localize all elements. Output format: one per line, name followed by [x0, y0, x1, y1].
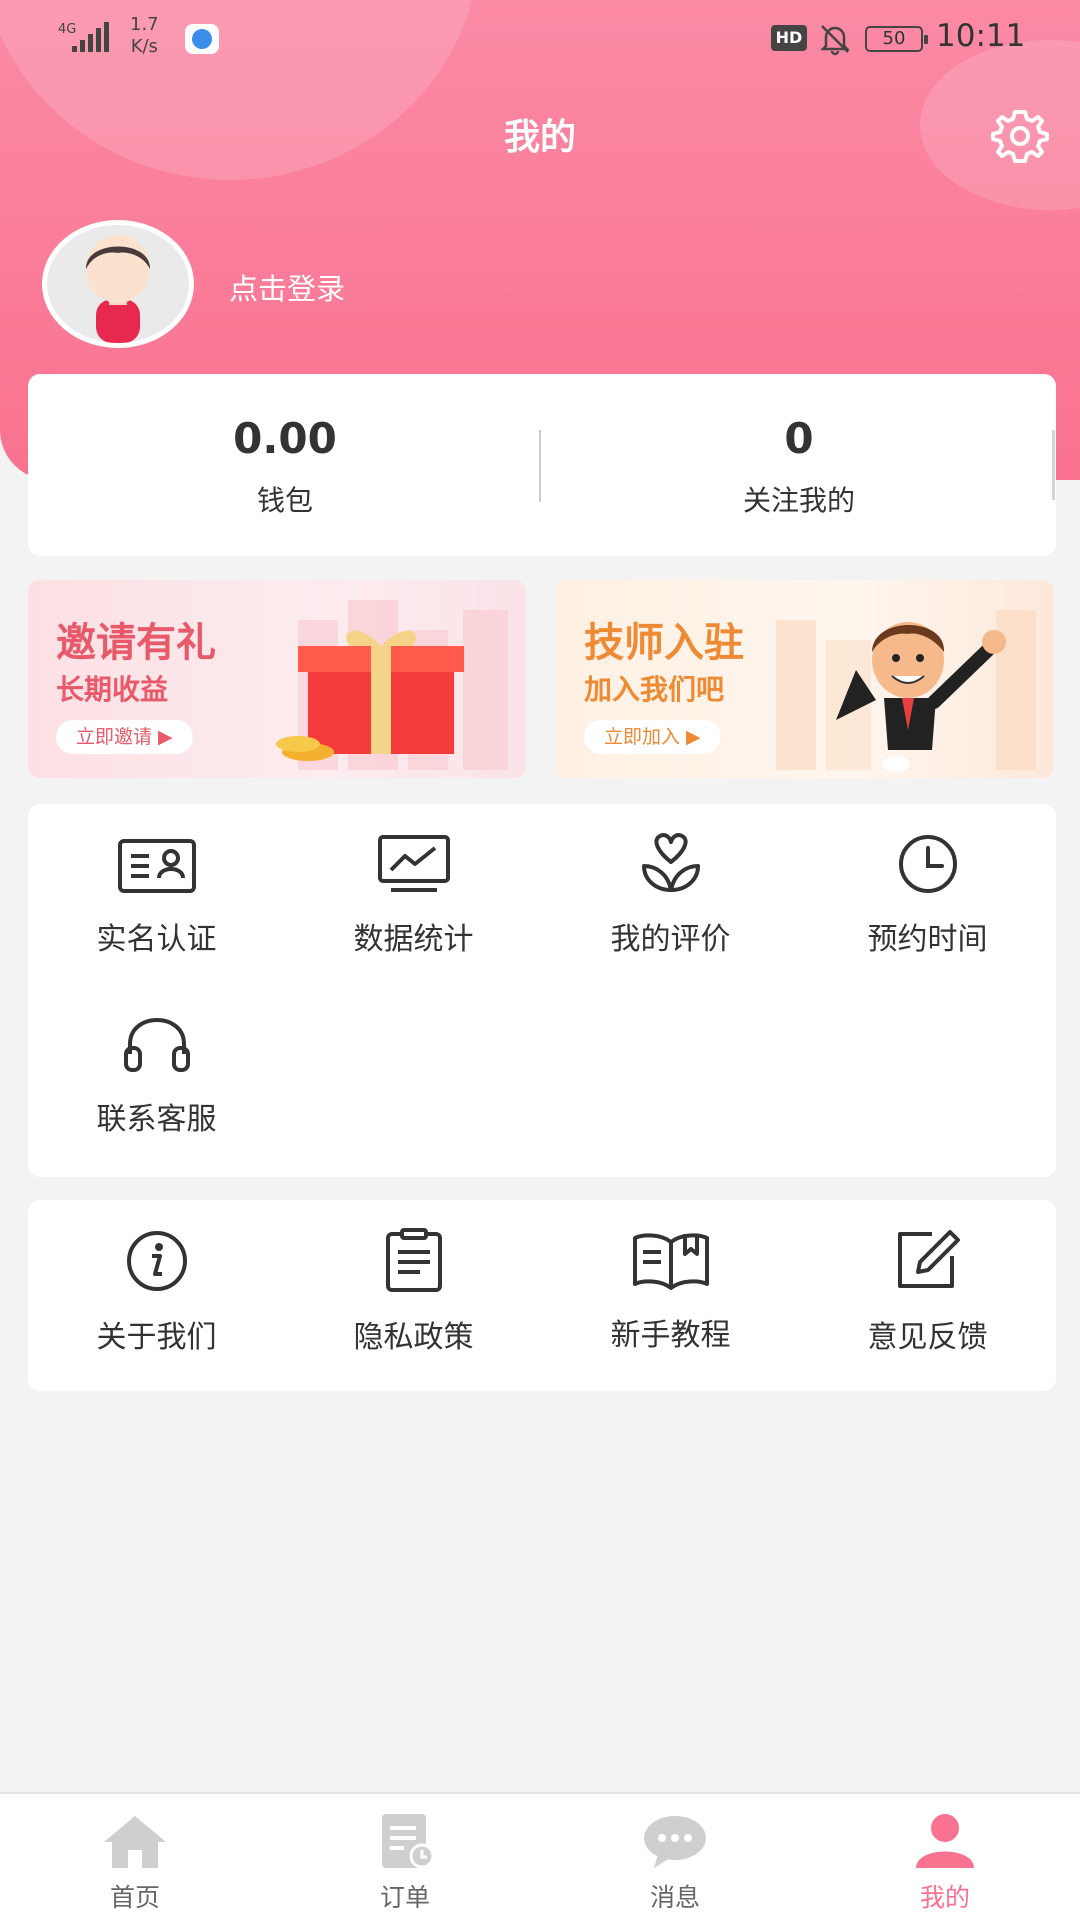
order-icon: [382, 1814, 435, 1869]
invite-title: 邀请有礼: [56, 620, 216, 666]
signal-icon: 4G: [58, 22, 109, 52]
edit-icon: [897, 1230, 960, 1288]
nav-profile-label: 我的: [919, 1883, 970, 1912]
my-reviews-label: 我的评价: [610, 922, 731, 957]
my-reviews-item[interactable]: 我的评价: [542, 832, 799, 958]
privacy-policy-label: 隐私政策: [353, 1320, 474, 1355]
invite-now-button[interactable]: 立即邀请 ▶: [56, 720, 193, 754]
id-card-icon: [117, 839, 196, 893]
nav-home[interactable]: 首页: [65, 1812, 205, 1914]
nav-orders[interactable]: 订单: [335, 1812, 475, 1914]
data-statistics-label: 数据统计: [353, 922, 474, 957]
wallet-stat[interactable]: 0.00 钱包: [28, 414, 542, 519]
real-name-verification-label: 实名认证: [96, 922, 217, 957]
info-icon: [126, 1231, 187, 1291]
chart-icon: [377, 835, 450, 892]
battery-indicator: 50: [865, 26, 928, 52]
followers-stat[interactable]: 0 关注我的: [542, 414, 1056, 519]
features-card: 实名认证 数据统计 我的评价 预约时间 联系客服: [28, 804, 1056, 1177]
about-us-item[interactable]: 关于我们: [28, 1230, 285, 1356]
hd-badge: HD: [771, 25, 807, 51]
document-icon: [385, 1228, 442, 1292]
settings-gear-icon[interactable]: [990, 106, 1050, 166]
technician-banner[interactable]: 技师入驻 加入我们吧 立即加入 ▶: [556, 580, 1054, 778]
join-now-button[interactable]: 立即加入 ▶: [584, 720, 721, 754]
data-statistics-item[interactable]: 数据统计: [285, 834, 542, 958]
nav-orders-label: 订单: [379, 1883, 430, 1912]
technician-title: 技师入驻: [584, 620, 744, 666]
status-bar: 4G 1.7 K/s HD 50 10:11: [0, 0, 1080, 80]
gift-illustration: [276, 600, 508, 770]
stats-divider: [539, 430, 541, 502]
book-icon: [632, 1233, 709, 1290]
clock-icon: [898, 835, 957, 893]
contact-support-label: 联系客服: [96, 1102, 217, 1137]
feedback-item[interactable]: 意见反馈: [799, 1228, 1056, 1356]
about-us-label: 关于我们: [96, 1320, 217, 1355]
message-icon: [644, 1816, 706, 1868]
avatar[interactable]: [42, 220, 194, 348]
invite-banner[interactable]: 邀请有礼 长期收益 立即邀请 ▶: [28, 580, 526, 778]
nav-home-label: 首页: [109, 1883, 160, 1912]
nav-messages[interactable]: 消息: [605, 1812, 745, 1914]
followers-label: 关注我的: [742, 484, 855, 517]
technician-mascot-illustration: [776, 610, 1036, 772]
feedback-label: 意见反馈: [867, 1320, 988, 1355]
wallet-value: 0.00: [233, 414, 337, 463]
app-notification-icon: [185, 24, 219, 54]
about-card: 关于我们 隐私政策 新手教程 意见反馈: [28, 1200, 1056, 1391]
nav-profile[interactable]: 我的: [875, 1812, 1015, 1914]
real-name-verification-item[interactable]: 实名认证: [28, 838, 285, 958]
appointment-time-label: 预约时间: [867, 922, 988, 957]
wallet-label: 钱包: [256, 484, 313, 517]
heart-flower-icon: [641, 833, 700, 892]
page-title: 我的: [503, 117, 576, 158]
contact-support-item[interactable]: 联系客服: [28, 1014, 285, 1138]
bottom-nav: 首页 订单 消息 我的: [0, 1792, 1080, 1920]
technician-subtitle: 加入我们吧: [584, 673, 725, 706]
headset-icon: [123, 1018, 190, 1072]
svg-text:4G: 4G: [58, 22, 76, 37]
network-speed: 1.7 K/s: [130, 14, 159, 57]
scroll-edge-indicator: [1052, 430, 1055, 500]
home-icon: [104, 1816, 166, 1868]
stats-card: 0.00 钱包 0 关注我的: [28, 374, 1056, 556]
beginner-tutorial-item[interactable]: 新手教程: [542, 1230, 799, 1354]
beginner-tutorial-label: 新手教程: [610, 1318, 731, 1353]
profile-icon: [916, 1814, 974, 1868]
status-time: 10:11: [936, 18, 1026, 54]
bell-muted-icon: [819, 25, 851, 56]
invite-subtitle: 长期收益: [56, 673, 169, 706]
nav-messages-label: 消息: [649, 1883, 700, 1912]
default-avatar-icon: [85, 235, 151, 343]
privacy-policy-item[interactable]: 隐私政策: [285, 1228, 542, 1356]
appointment-time-item[interactable]: 预约时间: [799, 834, 1056, 958]
followers-value: 0: [784, 414, 814, 463]
login-link[interactable]: 点击登录: [229, 266, 345, 308]
